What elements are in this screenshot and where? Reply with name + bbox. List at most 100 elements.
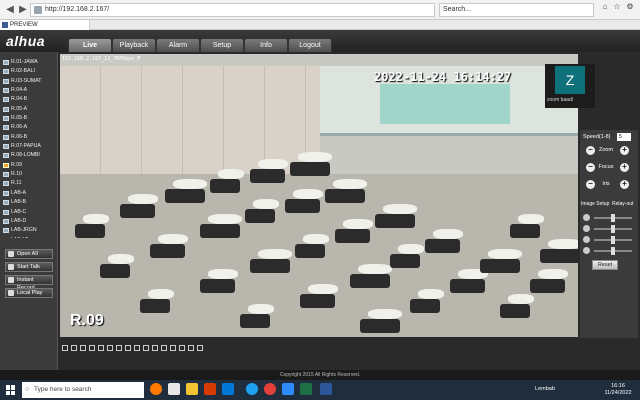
saturation-slider[interactable] bbox=[594, 236, 632, 244]
clock-time[interactable]: 16:16 bbox=[600, 383, 636, 390]
view-layout-icon[interactable] bbox=[116, 345, 122, 351]
view-layout-icon[interactable] bbox=[188, 345, 194, 351]
chair bbox=[210, 179, 240, 193]
view-layout-icon[interactable] bbox=[125, 345, 131, 351]
view-layout-icon[interactable] bbox=[170, 345, 176, 351]
weather-text[interactable]: Lembab bbox=[525, 386, 565, 393]
desk bbox=[253, 199, 279, 209]
desk bbox=[293, 189, 323, 199]
app-header: alhua Live Playback Alarm Setup Info Log… bbox=[0, 30, 640, 52]
view-layout-icon[interactable] bbox=[98, 345, 104, 351]
live-video-feed[interactable]: 192.168.2.167_12_7RFKbps_M 2022-11-24 16… bbox=[60, 54, 578, 337]
menu-playback[interactable]: Playback bbox=[112, 38, 156, 52]
view-layout-icon[interactable] bbox=[62, 345, 68, 351]
view-layout-icon[interactable] bbox=[80, 345, 86, 351]
hue-slider[interactable] bbox=[594, 247, 632, 255]
hue-knob[interactable] bbox=[611, 247, 615, 255]
browser-tab[interactable]: PREVIEW bbox=[0, 20, 90, 30]
chair bbox=[140, 299, 170, 313]
channel-item[interactable]: R.04-B bbox=[2, 95, 56, 104]
tab-relay-out[interactable]: Relay-out bbox=[612, 201, 633, 207]
channel-item[interactable]: R.08-LOMBI bbox=[2, 151, 56, 160]
view-layout-icon[interactable] bbox=[134, 345, 140, 351]
menu-logout[interactable]: Logout bbox=[288, 38, 332, 52]
channel-item[interactable]: R.04-A bbox=[2, 86, 56, 95]
channel-item[interactable]: R.09 bbox=[2, 161, 56, 170]
channel-item[interactable]: LAB-A bbox=[2, 189, 56, 198]
menu-setup[interactable]: Setup bbox=[200, 38, 244, 52]
home-icon[interactable]: ⌂ bbox=[600, 2, 610, 12]
contrast-knob[interactable] bbox=[611, 225, 615, 233]
channel-list[interactable]: R.01-JAWA R.02-BALI R.03-SUMAT R.04-A R.04-B… bbox=[2, 58, 56, 238]
back-icon[interactable]: ◀ bbox=[3, 3, 17, 17]
file-explorer-icon[interactable] bbox=[186, 383, 198, 395]
mail-icon[interactable] bbox=[222, 383, 234, 395]
channel-item[interactable]: R.10 bbox=[2, 170, 56, 179]
settings-icon[interactable]: ⚙ bbox=[625, 2, 635, 12]
channel-item[interactable]: LAB-D bbox=[2, 217, 56, 226]
app-icon-1[interactable] bbox=[150, 383, 162, 395]
chair bbox=[150, 244, 185, 258]
view-layout-icon[interactable] bbox=[71, 345, 77, 351]
desk bbox=[158, 234, 188, 244]
tab-image-setup[interactable]: Image Setup bbox=[581, 201, 609, 207]
saturation-knob[interactable] bbox=[611, 236, 615, 244]
view-layout-icon[interactable] bbox=[161, 345, 167, 351]
focus-in-button[interactable]: + bbox=[620, 163, 629, 172]
channel-item[interactable]: R.02-BALI bbox=[2, 67, 56, 76]
word-icon[interactable] bbox=[320, 383, 332, 395]
edge-icon[interactable] bbox=[246, 383, 258, 395]
open-all-button[interactable]: Open All bbox=[5, 249, 53, 259]
menu-alarm[interactable]: Alarm bbox=[156, 38, 200, 52]
forward-icon[interactable]: ▶ bbox=[16, 3, 30, 17]
menu-live[interactable]: Live bbox=[68, 38, 112, 52]
channel-item[interactable]: R.07-PAPUA bbox=[2, 142, 56, 151]
clock-date[interactable]: 11/24/2022 bbox=[600, 390, 636, 397]
contrast-slider[interactable] bbox=[594, 225, 632, 233]
iris-in-button[interactable]: + bbox=[620, 180, 629, 189]
brightness-knob[interactable] bbox=[611, 214, 615, 222]
view-layout-icon[interactable] bbox=[107, 345, 113, 351]
view-layout-icon[interactable] bbox=[179, 345, 185, 351]
taskbar-search-input[interactable]: Type here to search bbox=[22, 382, 144, 398]
browser-search-input[interactable]: Search... bbox=[439, 3, 594, 17]
channel-item[interactable]: LAB-B bbox=[2, 198, 56, 207]
channel-item[interactable]: R.01-JAWA bbox=[2, 58, 56, 67]
channel-label: R.01-JAWA bbox=[11, 59, 38, 65]
zoom-avatar: Z bbox=[555, 66, 585, 94]
view-layout-icon[interactable] bbox=[152, 345, 158, 351]
menu-info[interactable]: Info bbox=[244, 38, 288, 52]
zoom-participant-overlay[interactable]: Z zoom baadi bbox=[545, 64, 595, 108]
channel-label: R.05-A bbox=[11, 105, 28, 112]
view-layout-icon[interactable] bbox=[89, 345, 95, 351]
channel-item[interactable]: LAB-LT bbox=[2, 236, 56, 238]
channel-item[interactable]: R.06-A bbox=[2, 123, 56, 132]
channel-item[interactable]: LAB-JRGN bbox=[2, 226, 56, 235]
channel-label: R.06-A bbox=[11, 124, 28, 131]
office-icon[interactable] bbox=[204, 383, 216, 395]
channel-item[interactable]: R.03-SUMAT bbox=[2, 77, 56, 86]
task-view-icon[interactable] bbox=[168, 383, 180, 395]
channel-item[interactable]: R.06-B bbox=[2, 133, 56, 142]
reset-button[interactable]: Reset bbox=[592, 260, 618, 270]
chair bbox=[245, 209, 275, 223]
zoom-in-button[interactable]: + bbox=[620, 146, 629, 155]
chrome-icon[interactable] bbox=[264, 383, 276, 395]
star-icon[interactable]: ☆ bbox=[612, 2, 622, 12]
channel-item[interactable]: R.11 bbox=[2, 179, 56, 188]
instant-record-button[interactable]: Instant Record bbox=[5, 275, 53, 291]
speed-select[interactable]: 5 bbox=[617, 133, 631, 141]
view-layout-icon[interactable] bbox=[143, 345, 149, 351]
address-bar[interactable]: http://192.168.2.167/ bbox=[30, 3, 435, 17]
brightness-slider[interactable] bbox=[594, 214, 632, 222]
view-layout-icon[interactable] bbox=[197, 345, 203, 351]
search-placeholder: Search... bbox=[443, 6, 472, 13]
windows-start-icon[interactable] bbox=[6, 385, 16, 395]
local-play-button[interactable]: Local Play bbox=[5, 288, 53, 298]
channel-item[interactable]: R.05-B bbox=[2, 114, 56, 123]
start-talk-button[interactable]: Start Talk bbox=[5, 262, 53, 272]
zoom-app-icon[interactable] bbox=[282, 383, 294, 395]
channel-item[interactable]: LAB-C bbox=[2, 208, 56, 217]
excel-icon[interactable] bbox=[300, 383, 312, 395]
channel-item[interactable]: R.05-A bbox=[2, 105, 56, 114]
